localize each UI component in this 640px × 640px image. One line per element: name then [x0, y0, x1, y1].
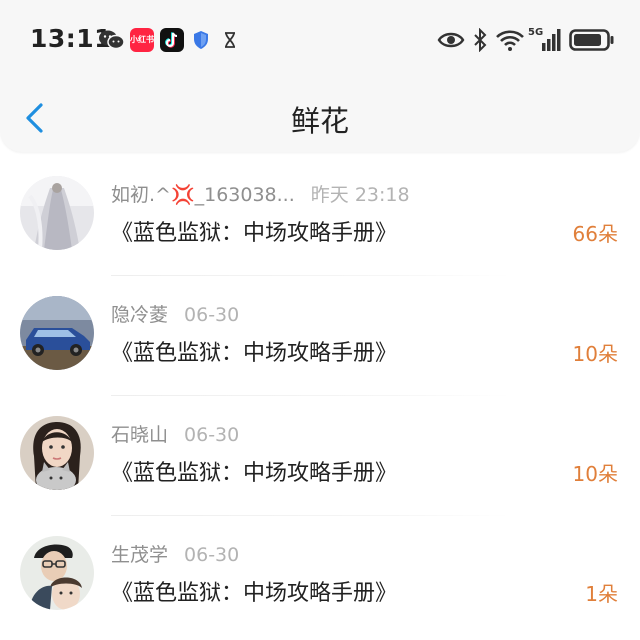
- sender-name[interactable]: 如初.^💢_163038...: [111, 184, 295, 206]
- sender-meta: 如初.^💢_163038... 昨天 23:18: [111, 180, 410, 207]
- avatar-blue-car: [20, 296, 94, 370]
- avatar-wedding-dress: [20, 176, 94, 250]
- book-title[interactable]: 《蓝色监狱：中场攻略手册》: [111, 335, 397, 367]
- wechat-icon: [98, 29, 126, 55]
- sender-meta: 生茂学 06-30: [111, 540, 239, 567]
- divider: [111, 395, 511, 396]
- divider: [111, 275, 511, 276]
- list-item[interactable]: 如初.^💢_163038... 昨天 23:18 《蓝色监狱：中场攻略手册》 66…: [0, 160, 640, 280]
- sender-name[interactable]: 生茂学: [111, 544, 168, 566]
- flower-count: 66朵: [572, 222, 618, 246]
- nav-bar: 鲜花: [0, 90, 640, 146]
- page-title: 鲜花: [290, 104, 349, 138]
- send-time: 06-30: [184, 424, 240, 446]
- avatar-couple-selfie: [20, 536, 94, 610]
- xiaohongshu-icon: 小红书: [130, 28, 154, 52]
- avatar[interactable]: [20, 176, 94, 250]
- book-title[interactable]: 《蓝色监狱：中场攻略手册》: [111, 215, 397, 247]
- hourglass-icon: [224, 32, 236, 52]
- sender-meta: 隐冷菱 06-30: [111, 300, 239, 327]
- sender-name[interactable]: 石晓山: [111, 424, 168, 446]
- send-time: 昨天 23:18: [310, 184, 410, 206]
- send-time: 06-30: [184, 544, 240, 566]
- send-time: 06-30: [184, 304, 240, 326]
- flower-count: 1朵: [585, 582, 618, 606]
- book-title[interactable]: 《蓝色监狱：中场攻略手册》: [111, 455, 397, 487]
- sender-name[interactable]: 隐冷菱: [111, 304, 168, 326]
- battery-icon: [569, 29, 615, 55]
- avatar[interactable]: [20, 536, 94, 610]
- avatar[interactable]: [20, 416, 94, 490]
- avatar-girl-with-cat: [20, 416, 94, 490]
- tiktok-icon: [160, 28, 184, 52]
- flower-count: 10朵: [572, 342, 618, 366]
- sender-meta: 石晓山 06-30: [111, 420, 239, 447]
- wifi-icon: [495, 28, 525, 56]
- book-title[interactable]: 《蓝色监狱：中场攻略手册》: [111, 575, 397, 607]
- avatar[interactable]: [20, 296, 94, 370]
- flower-record-list: 如初.^💢_163038... 昨天 23:18 《蓝色监狱：中场攻略手册》 66…: [0, 160, 640, 640]
- shield-icon: [192, 30, 210, 54]
- list-item[interactable]: 隐冷菱 06-30 《蓝色监狱：中场攻略手册》 10朵: [0, 280, 640, 400]
- network-label: 5G: [528, 27, 543, 38]
- eye-icon: [437, 30, 465, 54]
- list-item[interactable]: 生茂学 06-30 《蓝色监狱：中场攻略手册》 1朵: [0, 520, 640, 640]
- flower-count: 10朵: [572, 462, 618, 486]
- divider: [111, 515, 511, 516]
- list-item[interactable]: 石晓山 06-30 《蓝色监狱：中场攻略手册》 10朵: [0, 400, 640, 520]
- signal-icon: 5G: [528, 25, 562, 57]
- status-bar: 13:11 小红书 5G: [0, 20, 640, 60]
- bluetooth-icon: [473, 27, 487, 56]
- top-panel: 13:11 小红书 5G 鲜花: [0, 0, 640, 152]
